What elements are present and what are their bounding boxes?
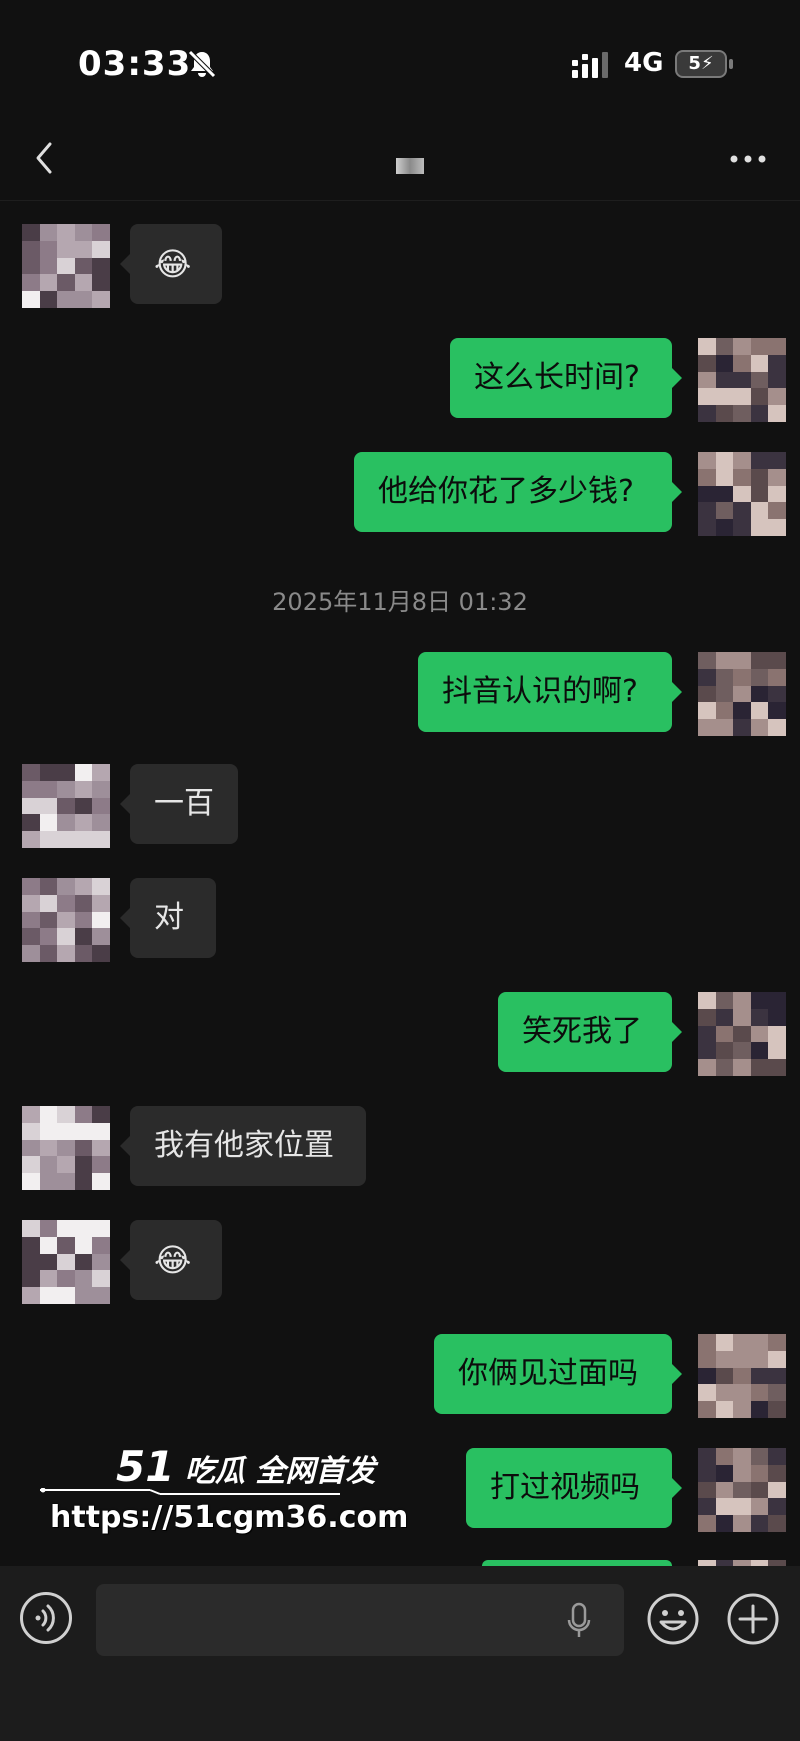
back-icon[interactable] bbox=[30, 138, 60, 178]
message-text: 对 bbox=[154, 900, 184, 935]
my-avatar[interactable] bbox=[698, 1448, 786, 1532]
plus-icon[interactable] bbox=[726, 1592, 780, 1646]
site-watermark: 51 吃瓜 全网首发 https://51cgm36.com bbox=[40, 1442, 408, 1542]
message-bubble-out[interactable]: 打过视频吗 bbox=[466, 1448, 682, 1528]
watermark-logo: 51 吃瓜 全网首发 bbox=[116, 1442, 375, 1491]
message-bubble-out[interactable]: 他给你花了多少钱? bbox=[354, 452, 682, 532]
message-bubble-in[interactable]: 😂 bbox=[120, 1220, 222, 1300]
status-time: 03:33 bbox=[78, 44, 192, 84]
message-timestamp: 2025年11月8日 01:32 bbox=[272, 588, 528, 616]
message-text: 这么长时间? bbox=[474, 360, 640, 395]
status-bar: 03:33 4G 5⚡ bbox=[0, 0, 800, 130]
message-text: 抖音认识的啊? bbox=[442, 674, 638, 709]
microphone-icon[interactable] bbox=[566, 1602, 592, 1640]
more-icon[interactable] bbox=[728, 152, 768, 166]
voice-toggle-button[interactable] bbox=[20, 1592, 72, 1644]
contact-avatar[interactable] bbox=[22, 878, 110, 962]
message-bubble-in[interactable]: 对 bbox=[120, 878, 216, 958]
message-bubble-in[interactable]: 😂 bbox=[120, 224, 222, 304]
chat-input-bar bbox=[0, 1566, 800, 1741]
my-avatar[interactable] bbox=[698, 652, 786, 736]
battery-level: 5 bbox=[688, 53, 701, 74]
battery-cap bbox=[729, 59, 733, 69]
contact-name-pixelated[interactable] bbox=[396, 158, 424, 174]
message-bubble-out[interactable]: 你俩见过面吗 bbox=[434, 1334, 682, 1414]
message-bubble-out[interactable]: 这么长时间? bbox=[450, 338, 682, 418]
emoji-icon[interactable] bbox=[646, 1592, 700, 1646]
message-bubble-out[interactable]: 抖音认识的啊? bbox=[418, 652, 682, 732]
message-bubble-in[interactable]: 一百 bbox=[120, 764, 238, 844]
battery-indicator: 5⚡ bbox=[675, 50, 727, 78]
message-text: 笑死我了 bbox=[522, 1014, 642, 1049]
network-type: 4G bbox=[624, 48, 664, 78]
message-text: 打过视频吗 bbox=[490, 1470, 640, 1505]
watermark-tagline: 吃瓜 全网首发 bbox=[184, 1454, 376, 1489]
voice-icon bbox=[35, 1604, 55, 1632]
my-avatar[interactable] bbox=[698, 1334, 786, 1418]
message-text: 一百 bbox=[154, 786, 214, 821]
signal-icon bbox=[572, 52, 608, 78]
watermark-circuit-line bbox=[40, 1488, 340, 1495]
message-bubble-out[interactable]: 笑死我了 bbox=[498, 992, 682, 1072]
message-input[interactable] bbox=[96, 1584, 624, 1656]
message-text: 你俩见过面吗 bbox=[458, 1356, 638, 1391]
contact-avatar[interactable] bbox=[22, 764, 110, 848]
bell-mute-icon bbox=[188, 50, 216, 78]
my-avatar[interactable] bbox=[698, 992, 786, 1076]
contact-avatar[interactable] bbox=[22, 1106, 110, 1190]
watermark-url: https://51cgm36.com bbox=[50, 1500, 409, 1535]
message-text: 他给你花了多少钱? bbox=[378, 474, 634, 509]
message-text: 😂 bbox=[154, 245, 192, 283]
message-bubble-in[interactable]: 我有他家位置 bbox=[120, 1106, 366, 1186]
message-text: 我有他家位置 bbox=[154, 1128, 334, 1163]
contact-avatar[interactable] bbox=[22, 1220, 110, 1304]
chat-header bbox=[0, 118, 800, 201]
my-avatar[interactable] bbox=[698, 452, 786, 536]
charging-icon: ⚡ bbox=[700, 53, 714, 74]
message-text: 😂 bbox=[154, 1241, 192, 1279]
contact-avatar[interactable] bbox=[22, 224, 110, 308]
my-avatar[interactable] bbox=[698, 338, 786, 422]
watermark-logo-number: 51 bbox=[116, 1442, 175, 1491]
